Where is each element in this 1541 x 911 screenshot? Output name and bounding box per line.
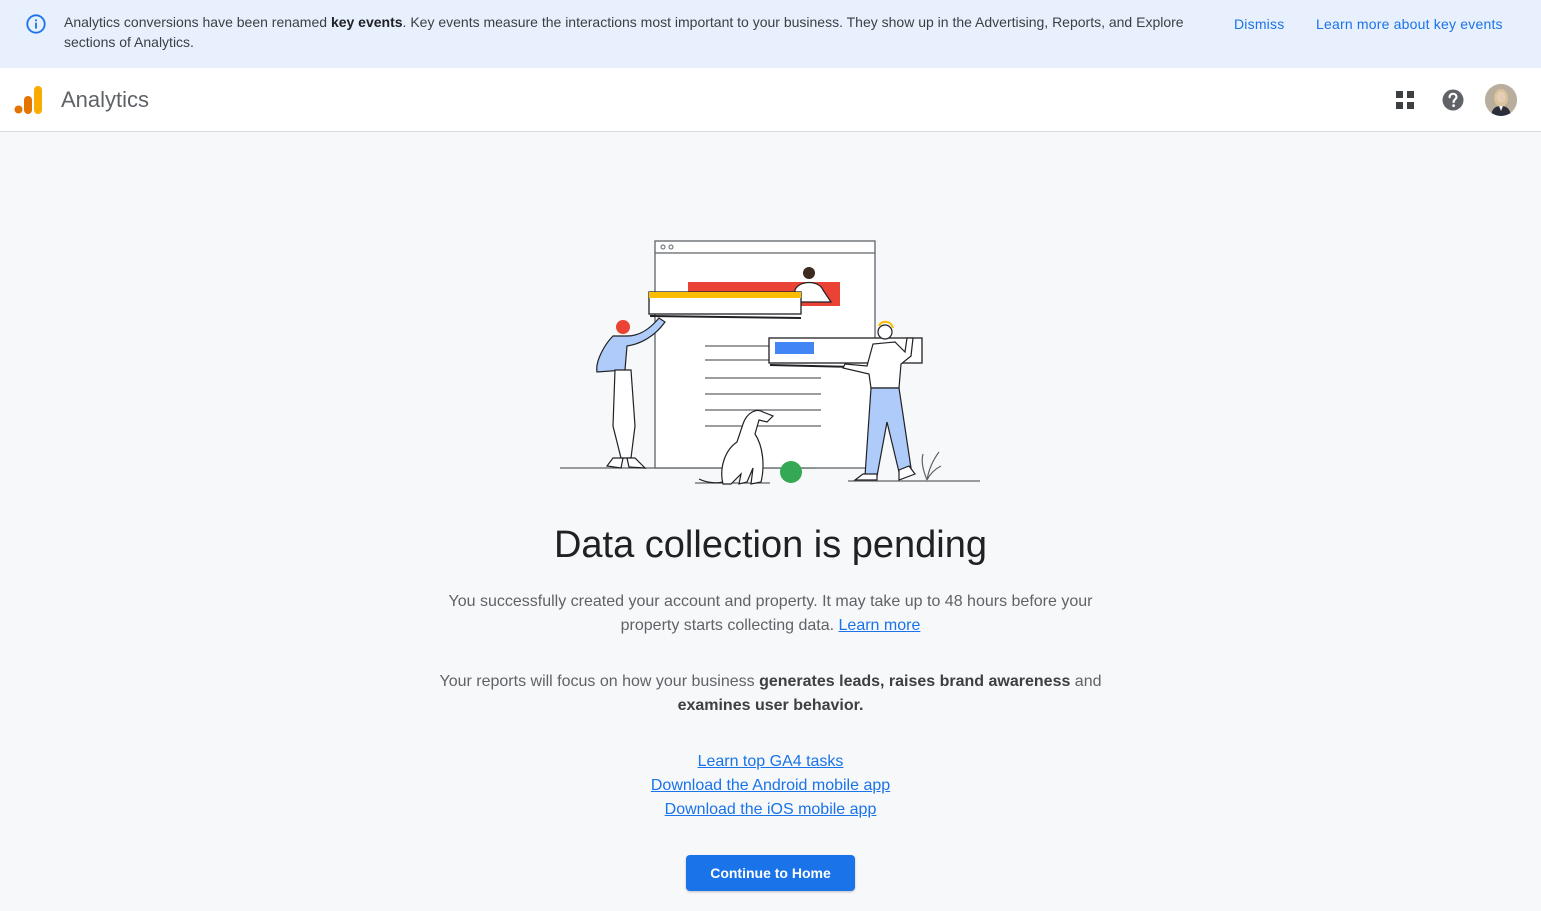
learn-more-key-events-link[interactable]: Learn more about key events	[1316, 14, 1503, 34]
dismiss-button[interactable]: Dismiss	[1234, 14, 1284, 34]
android-app-link[interactable]: Download the Android mobile app	[651, 777, 890, 794]
announcement-banner: Analytics conversions have been renamed …	[0, 0, 1541, 68]
continue-to-home-button[interactable]: Continue to Home	[686, 855, 855, 891]
info-icon	[26, 14, 46, 34]
app-title[interactable]: Analytics	[61, 87, 149, 113]
learn-more-link[interactable]: Learn more	[839, 617, 921, 634]
banner-key-events-term: key events	[330, 14, 403, 30]
account-avatar[interactable]	[1485, 84, 1517, 116]
resource-links: Learn top GA4 tasks Download the Android…	[0, 750, 1541, 822]
analytics-logo-icon[interactable]	[14, 84, 44, 116]
account-created-message: You successfully created your account an…	[448, 593, 1093, 634]
app-header: Analytics	[0, 68, 1541, 132]
banner-message: Analytics conversions have been renamed …	[64, 14, 1184, 50]
ios-app-link[interactable]: Download the iOS mobile app	[665, 801, 877, 818]
data-pending-illustration	[560, 240, 980, 485]
help-icon[interactable]	[1437, 84, 1469, 116]
avatar-photo-icon	[1485, 84, 1517, 116]
learn-ga4-tasks-link[interactable]: Learn top GA4 tasks	[698, 753, 844, 770]
apps-grid-icon[interactable]	[1389, 84, 1421, 116]
page-title: Data collection is pending	[553, 524, 988, 566]
reports-focus-message: Your reports will focus on how your busi…	[439, 673, 1102, 714]
